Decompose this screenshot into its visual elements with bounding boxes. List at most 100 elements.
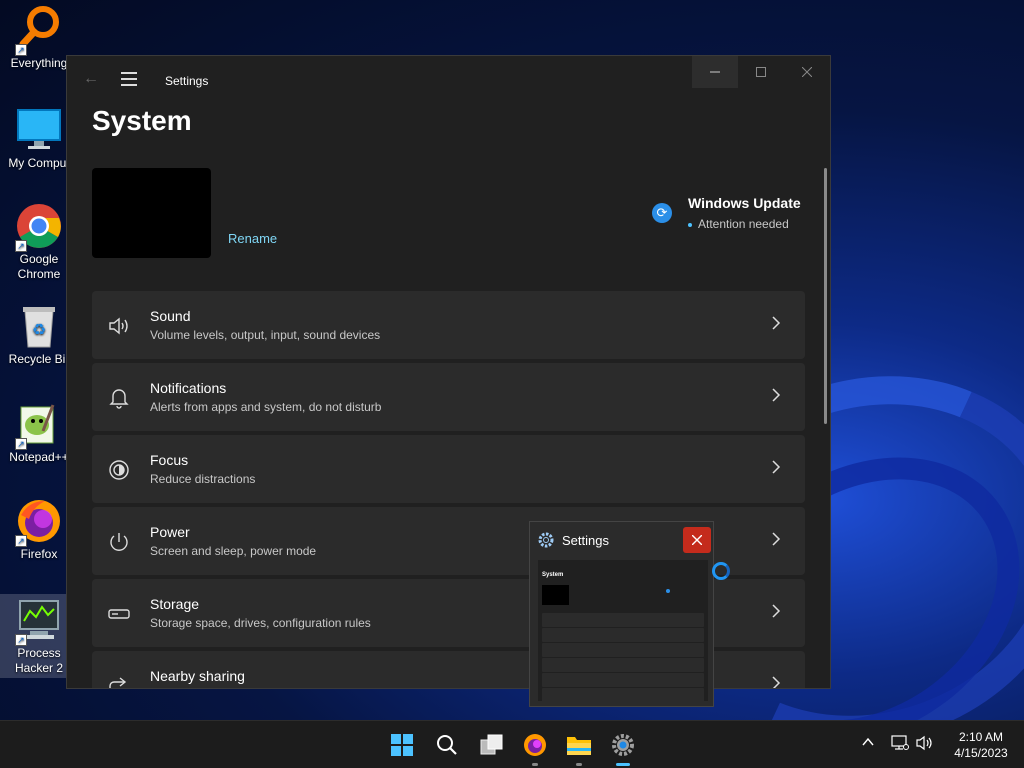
- svg-text:♻: ♻: [32, 322, 46, 339]
- network-icon: [891, 735, 909, 750]
- everything-icon: ↗: [15, 6, 63, 56]
- settings-item-title: Nearby sharing: [150, 668, 245, 684]
- focus-icon: [108, 459, 130, 481]
- clock-date: 4/15/2023: [954, 746, 1008, 760]
- task-view-button[interactable]: [476, 729, 508, 761]
- close-icon: [802, 67, 812, 77]
- chevron-right-icon: [771, 316, 787, 332]
- back-arrow-icon[interactable]: ←: [81, 70, 101, 90]
- windows-update-status-text: Attention needed: [698, 217, 789, 231]
- rename-link[interactable]: Rename: [228, 231, 277, 246]
- search-button[interactable]: [431, 729, 463, 761]
- settings-item-title: Sound: [150, 308, 191, 324]
- speaker-icon: [916, 735, 932, 751]
- search-icon: [437, 735, 457, 755]
- file-explorer-icon: [567, 737, 591, 755]
- shortcut-arrow-icon: ↗: [15, 535, 27, 547]
- title-bar[interactable]: ← Settings: [67, 56, 830, 106]
- volume-button[interactable]: [916, 735, 934, 754]
- settings-item-subtitle: Storage space, drives, configuration rul…: [150, 616, 371, 630]
- clock[interactable]: 2:10 AM 4/15/2023: [946, 729, 1016, 761]
- shortcut-arrow-icon: ↗: [15, 44, 27, 56]
- bell-icon: [108, 387, 130, 409]
- chevron-right-icon: [771, 532, 787, 548]
- preview-mini-row: [542, 628, 704, 642]
- settings-item-title: Notifications: [150, 380, 227, 396]
- preview-mini-row: [542, 688, 704, 701]
- settings-window: ← Settings System Rename ⟳ Windows Updat…: [66, 55, 831, 689]
- settings-item-subtitle: Alerts from apps and system, do not dist…: [150, 400, 382, 414]
- settings-item-title: Focus: [150, 452, 189, 468]
- maximize-button[interactable]: [738, 56, 784, 88]
- start-icon: [391, 734, 413, 756]
- storage-icon: [108, 603, 130, 625]
- maximize-icon: [756, 67, 766, 77]
- chevron-right-icon: [771, 460, 787, 476]
- chrome-icon: ↗: [15, 202, 63, 252]
- show-hidden-icons-button[interactable]: [862, 735, 874, 750]
- settings-item-focus[interactable]: Focus Reduce distractions: [92, 435, 805, 503]
- device-image: [92, 168, 211, 258]
- running-indicator: [532, 763, 538, 766]
- shortcut-arrow-icon: ↗: [15, 438, 27, 450]
- close-button[interactable]: [784, 56, 830, 88]
- power-icon: [108, 531, 130, 553]
- settings-item-subtitle: Screen and sleep, power mode: [150, 544, 317, 558]
- preview-mini-update-icon: [666, 589, 670, 593]
- shortcut-arrow-icon: ↗: [15, 634, 27, 646]
- close-icon: [692, 535, 702, 545]
- settings-item-subtitle: Reduce distractions: [150, 472, 256, 486]
- settings-item-notifications[interactable]: Notifications Alerts from apps and syste…: [92, 363, 805, 431]
- preview-title: Settings: [562, 533, 609, 548]
- windows-update-icon[interactable]: ⟳: [652, 203, 672, 223]
- scrollbar[interactable]: [824, 168, 827, 424]
- preview-thumbnail: System: [538, 560, 708, 701]
- busy-cursor-icon: [712, 562, 730, 580]
- chevron-right-icon: [771, 676, 787, 688]
- network-button[interactable]: [891, 735, 909, 754]
- preview-mini-row: [542, 613, 704, 627]
- chevron-up-icon: [862, 737, 874, 746]
- window-title: Settings: [165, 74, 209, 88]
- process-hacker-icon: ↗: [15, 596, 63, 646]
- shortcut-arrow-icon: ↗: [15, 240, 27, 252]
- recycle-bin-icon: ♻: [15, 302, 63, 350]
- page-title: System: [92, 105, 192, 136]
- active-indicator: [616, 763, 630, 766]
- running-indicator: [576, 763, 582, 766]
- preview-mini-device-image: [542, 585, 569, 605]
- settings-item-title: Power: [150, 524, 190, 540]
- start-button[interactable]: [386, 729, 418, 761]
- task-view-icon: [480, 734, 503, 755]
- taskbar-firefox[interactable]: [519, 729, 551, 766]
- preview-mini-row: [542, 658, 704, 672]
- taskbar-file-explorer[interactable]: [563, 729, 595, 766]
- settings-item-title: Storage: [150, 596, 200, 612]
- minimize-icon: [710, 71, 720, 73]
- status-dot-icon: [688, 222, 692, 227]
- share-icon: [108, 675, 130, 688]
- preview-mini-row: [542, 673, 704, 687]
- minimize-button[interactable]: [692, 56, 738, 88]
- chevron-right-icon: [771, 388, 787, 404]
- firefox-icon: [524, 734, 546, 756]
- monitor-icon: [15, 106, 63, 154]
- settings-gear-icon: [538, 532, 554, 548]
- windows-update-title[interactable]: Windows Update: [688, 195, 801, 211]
- preview-mini-row: [542, 643, 704, 657]
- preview-close-button[interactable]: [683, 527, 711, 553]
- taskbar-settings[interactable]: [607, 729, 639, 766]
- taskbar-preview[interactable]: Settings System: [529, 521, 714, 707]
- notepadpp-icon: ↗: [15, 400, 63, 450]
- settings-item-sound[interactable]: Sound Volume levels, output, input, soun…: [92, 291, 805, 359]
- settings-icon: [612, 734, 634, 756]
- hamburger-menu-icon[interactable]: [121, 72, 139, 88]
- firefox-icon: ↗: [15, 497, 63, 547]
- chevron-right-icon: [771, 604, 787, 620]
- preview-mini-title: System: [542, 572, 564, 578]
- windows-update-status: Attention needed: [688, 217, 789, 231]
- clock-time: 2:10 AM: [958, 730, 1004, 744]
- taskbar: 2:10 AM 4/15/2023: [0, 720, 1024, 768]
- speaker-icon: [108, 315, 130, 337]
- settings-item-subtitle: Volume levels, output, input, sound devi…: [150, 328, 381, 342]
